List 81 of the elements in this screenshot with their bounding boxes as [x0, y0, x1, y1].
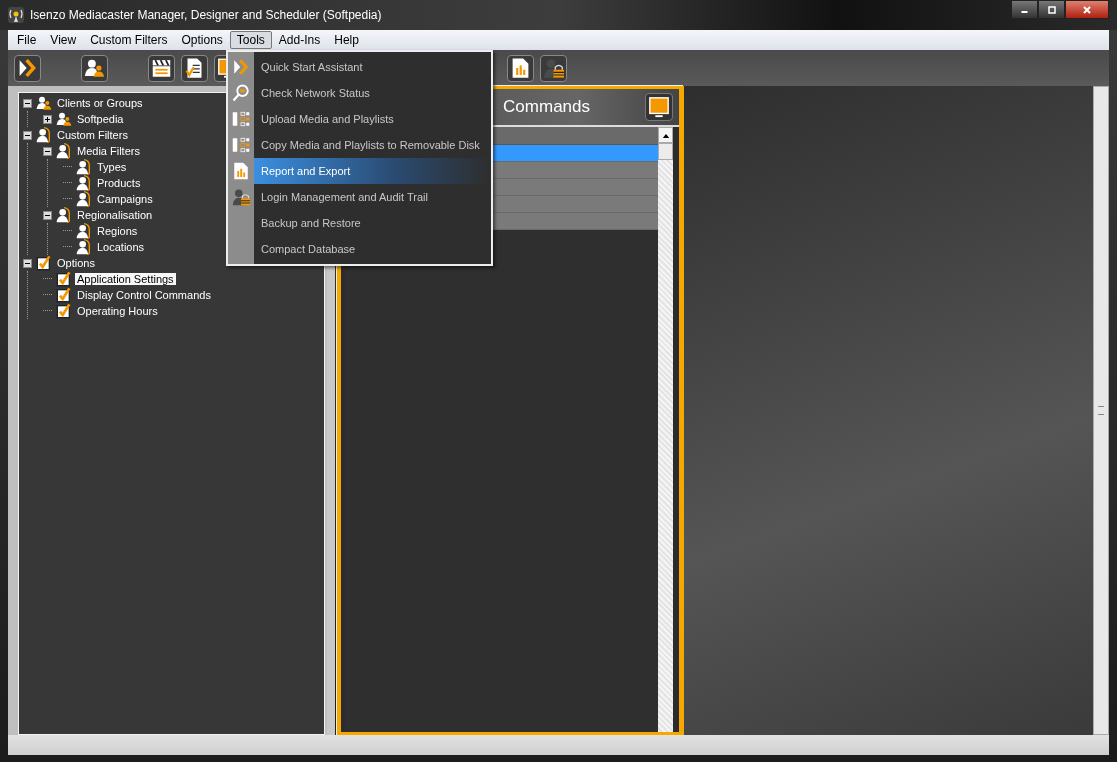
tree-item[interactable]: Media Filters	[75, 145, 142, 157]
scrollbar[interactable]	[658, 127, 673, 732]
menu-item[interactable]: Login Management and Audit Trail	[228, 184, 491, 210]
arrow-up-icon[interactable]	[661, 132, 670, 138]
tree-item[interactable]: Application Settings	[75, 273, 176, 285]
user-icon	[36, 127, 52, 143]
user-icon	[76, 223, 92, 239]
tree-item[interactable]: Custom Filters	[55, 129, 130, 141]
tree-item[interactable]: Display Control Commands	[75, 289, 213, 301]
bar-chart-document-icon	[232, 162, 250, 180]
menu-item[interactable]: Add-Ins	[271, 31, 328, 49]
user-lock-icon	[232, 188, 250, 206]
minus-icon[interactable]	[23, 258, 32, 268]
menu-item[interactable]: File	[10, 31, 44, 49]
plus-icon[interactable]	[43, 114, 52, 124]
maximize-button[interactable]	[1038, 0, 1065, 19]
toolbar-button[interactable]	[540, 54, 567, 82]
clapperboard-icon	[151, 57, 172, 79]
minus-icon[interactable]	[23, 130, 32, 140]
broadcast-icon	[8, 7, 24, 23]
minus-icon[interactable]	[43, 210, 52, 220]
toolbar-button[interactable]	[181, 54, 208, 82]
bar-chart-document-icon	[510, 57, 531, 79]
toolbar-button[interactable]	[14, 54, 41, 82]
tree-item[interactable]: Regions	[95, 225, 140, 237]
menu-item[interactable]: Check Network Status	[228, 80, 491, 106]
tree-item[interactable]: Options	[55, 257, 97, 269]
menu-item[interactable]: Tools	[229, 31, 272, 49]
scroll-thumb[interactable]	[658, 143, 673, 160]
user-icon	[76, 191, 92, 207]
menu-item[interactable]: Help	[327, 31, 366, 49]
scrollbar[interactable]	[1093, 86, 1109, 735]
user-icon	[56, 143, 72, 159]
minus-icon[interactable]	[43, 146, 52, 156]
menu-item[interactable]: Quick Start Assistant	[228, 54, 491, 80]
user-icon	[56, 207, 72, 223]
user-icon	[76, 159, 92, 175]
tree-item[interactable]: Regionalisation	[75, 209, 155, 221]
user-icon	[76, 239, 92, 255]
minimize-button[interactable]	[1011, 0, 1038, 19]
tree-item[interactable]: Products	[95, 177, 143, 189]
minimize-icon	[1021, 11, 1028, 13]
tree-item[interactable]: Clients or Groups	[55, 97, 145, 109]
panel-title: Commands	[503, 97, 590, 117]
menu-item[interactable]: Custom Filters	[83, 31, 175, 49]
double-chevron-icon	[17, 57, 38, 79]
tree-item[interactable]: Campaigns	[95, 193, 155, 205]
document-check-icon	[184, 57, 205, 79]
double-chevron-icon	[232, 58, 250, 76]
monitor-icon	[648, 96, 670, 118]
magnifier-icon	[232, 84, 250, 102]
toolbar-button[interactable]	[507, 54, 534, 82]
maximize-icon	[1046, 4, 1057, 15]
users-icon	[36, 95, 52, 111]
checkbox-icon	[36, 255, 52, 271]
menu-item[interactable]: View	[43, 31, 84, 49]
menu-item[interactable]: Copy Media and Playlists to Removable Disk	[228, 132, 491, 158]
tree-item[interactable]: Types	[95, 161, 129, 173]
users-icon	[56, 111, 72, 127]
tree-item[interactable]: Softpedia	[75, 113, 126, 125]
toolbar-button[interactable]	[81, 54, 108, 82]
minus-icon[interactable]	[23, 98, 32, 108]
tree-item[interactable]: Locations	[95, 241, 147, 253]
user-icon	[76, 175, 92, 191]
window-title: Isenzo Mediacaster Manager, Designer and Scheduler (Softpedia)	[30, 8, 382, 22]
menu-item[interactable]: Options	[174, 31, 230, 49]
menu-item[interactable]: Compact Database	[228, 236, 491, 262]
server-list-icon	[232, 136, 250, 154]
menu-item[interactable]: Upload Media and Playlists	[228, 106, 491, 132]
checkbox-icon	[56, 303, 72, 319]
tree-item[interactable]: Operating Hours	[75, 305, 160, 317]
close-icon	[1082, 4, 1092, 15]
user-lock-icon	[543, 57, 564, 79]
users-icon	[84, 57, 105, 79]
monitor-button[interactable]	[645, 93, 673, 121]
close-button[interactable]	[1065, 0, 1109, 19]
server-list-icon	[232, 110, 250, 128]
menu-item[interactable]: Backup and Restore	[228, 210, 491, 236]
checkbox-icon	[56, 271, 72, 287]
checkbox-icon	[56, 287, 72, 303]
toolbar-button[interactable]	[148, 54, 175, 82]
